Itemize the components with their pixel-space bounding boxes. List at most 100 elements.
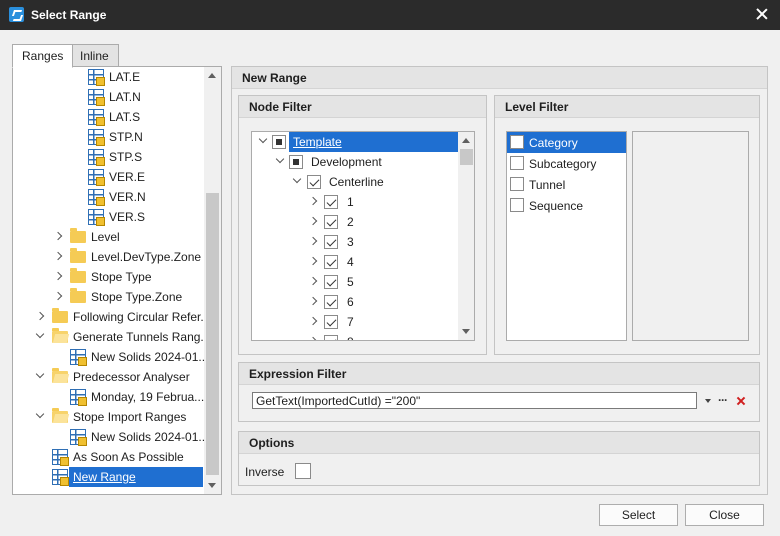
node-checkbox[interactable] xyxy=(324,235,338,249)
chevron-right-icon[interactable] xyxy=(35,311,45,321)
level-checkbox[interactable] xyxy=(510,177,524,191)
scroll-down-icon[interactable] xyxy=(208,483,216,488)
tree-item[interactable]: Stope Type xyxy=(13,267,203,287)
chevron-right-icon[interactable] xyxy=(53,291,63,301)
group-title: New Range xyxy=(242,71,307,85)
ellipsis-icon[interactable]: ··· xyxy=(718,393,728,407)
node-checkbox[interactable] xyxy=(307,175,321,189)
tree-item[interactable]: VER.E xyxy=(13,167,203,187)
clear-icon[interactable] xyxy=(736,396,746,406)
chevron-right-icon[interactable] xyxy=(308,256,318,266)
range-icon xyxy=(88,129,105,146)
node-template[interactable]: Template xyxy=(252,132,458,152)
scroll-thumb[interactable] xyxy=(460,149,473,165)
node-item[interactable]: 2 xyxy=(252,212,458,232)
level-checkbox[interactable] xyxy=(510,156,524,170)
chevron-down-icon[interactable] xyxy=(35,409,45,419)
level-checkbox[interactable] xyxy=(510,135,524,149)
tree-item[interactable]: Stope Import Ranges xyxy=(13,407,203,427)
group-header: New Range xyxy=(232,67,767,89)
level-item[interactable]: Tunnel xyxy=(507,174,626,195)
chevron-down-icon[interactable] xyxy=(292,174,302,184)
tree-item[interactable]: Generate Tunnels Rang... xyxy=(13,327,210,347)
select-button[interactable]: Select xyxy=(599,504,678,526)
chevron-right-icon[interactable] xyxy=(53,251,63,261)
dropdown-arrow-icon[interactable] xyxy=(705,399,711,403)
node-item[interactable]: 6 xyxy=(252,292,458,312)
node-development[interactable]: Development xyxy=(252,152,458,172)
node-item[interactable]: 1 xyxy=(252,192,458,212)
chevron-down-icon[interactable] xyxy=(258,134,268,144)
tree-item[interactable]: Level.DevType.Zone xyxy=(13,247,203,267)
chevron-down-icon[interactable] xyxy=(35,329,45,339)
close-icon[interactable] xyxy=(753,5,771,23)
chevron-right-icon[interactable] xyxy=(53,271,63,281)
range-icon xyxy=(88,149,105,166)
node-checkbox[interactable] xyxy=(272,135,286,149)
scroll-down-icon[interactable] xyxy=(462,329,470,334)
close-button[interactable]: Close xyxy=(685,504,764,526)
node-item[interactable]: 5 xyxy=(252,272,458,292)
tree-item[interactable]: LAT.N xyxy=(13,87,203,107)
tree-item[interactable]: As Soon As Possible xyxy=(13,447,203,467)
chevron-right-icon[interactable] xyxy=(53,231,63,241)
chevron-down-icon[interactable] xyxy=(35,369,45,379)
chevron-right-icon[interactable] xyxy=(308,276,318,286)
tree-item[interactable]: Following Circular Refer... xyxy=(13,307,210,327)
chevron-right-icon[interactable] xyxy=(308,216,318,226)
node-filter-tree[interactable]: Template Development Centerline 1 2 3 4 … xyxy=(251,131,475,341)
tree-item[interactable]: STP.S xyxy=(13,147,203,167)
tree-item[interactable]: VER.N xyxy=(13,187,203,207)
node-checkbox[interactable] xyxy=(324,195,338,209)
node-checkbox[interactable] xyxy=(324,255,338,269)
node-checkbox[interactable] xyxy=(324,335,338,340)
range-tree[interactable]: LAT.E LAT.N LAT.S STP.N STP.S VER.E VER.… xyxy=(12,66,222,495)
tree-item[interactable]: VER.S xyxy=(13,207,203,227)
node-centerline[interactable]: Centerline xyxy=(252,172,458,192)
node-filter-scrollbar[interactable] xyxy=(458,132,474,340)
chevron-right-icon[interactable] xyxy=(308,336,318,340)
range-icon xyxy=(88,109,105,126)
range-icon xyxy=(88,89,105,106)
tree-item[interactable]: Monday, 19 Februa... xyxy=(13,387,204,407)
range-icon xyxy=(88,209,105,226)
tab-ranges[interactable]: Ranges xyxy=(12,44,74,68)
tree-item[interactable]: Stope Type.Zone xyxy=(13,287,203,307)
scroll-thumb[interactable] xyxy=(206,193,219,475)
tree-item[interactable]: STP.N xyxy=(13,127,203,147)
level-item[interactable]: Subcategory xyxy=(507,153,626,174)
node-checkbox[interactable] xyxy=(324,275,338,289)
tree-item[interactable]: LAT.E xyxy=(13,67,203,87)
tree-scrollbar[interactable] xyxy=(204,67,221,494)
level-filter-list[interactable]: Category Subcategory Tunnel Sequence xyxy=(506,131,627,341)
tree-item[interactable]: New Solids 2024-01... xyxy=(13,347,208,367)
level-item[interactable]: Sequence xyxy=(507,195,626,216)
inverse-checkbox[interactable] xyxy=(295,463,311,479)
chevron-down-icon[interactable] xyxy=(275,154,285,164)
range-icon xyxy=(52,469,69,486)
tree-item[interactable]: LAT.S xyxy=(13,107,203,127)
chevron-right-icon[interactable] xyxy=(308,316,318,326)
level-item-selected[interactable]: Category xyxy=(507,132,626,153)
node-checkbox[interactable] xyxy=(324,215,338,229)
node-checkbox[interactable] xyxy=(324,315,338,329)
level-checkbox[interactable] xyxy=(510,198,524,212)
expression-input[interactable]: GetText(ImportedCutId) ="200" xyxy=(252,392,697,409)
scroll-up-icon[interactable] xyxy=(462,138,470,143)
scroll-up-icon[interactable] xyxy=(208,73,216,78)
range-icon xyxy=(52,449,69,466)
node-item[interactable]: 8 xyxy=(252,332,458,340)
tree-item[interactable]: Level xyxy=(13,227,203,247)
node-item[interactable]: 3 xyxy=(252,232,458,252)
tree-item-selected[interactable]: New Range xyxy=(13,467,203,487)
chevron-right-icon[interactable] xyxy=(308,236,318,246)
node-item[interactable]: 7 xyxy=(252,312,458,332)
chevron-right-icon[interactable] xyxy=(308,296,318,306)
chevron-right-icon[interactable] xyxy=(308,196,318,206)
node-checkbox[interactable] xyxy=(289,155,303,169)
tab-inline[interactable]: Inline xyxy=(70,44,119,67)
tree-item[interactable]: Predecessor Analyser xyxy=(13,367,203,387)
node-item[interactable]: 4 xyxy=(252,252,458,272)
tree-item[interactable]: New Solids 2024-01... xyxy=(13,427,208,447)
node-checkbox[interactable] xyxy=(324,295,338,309)
